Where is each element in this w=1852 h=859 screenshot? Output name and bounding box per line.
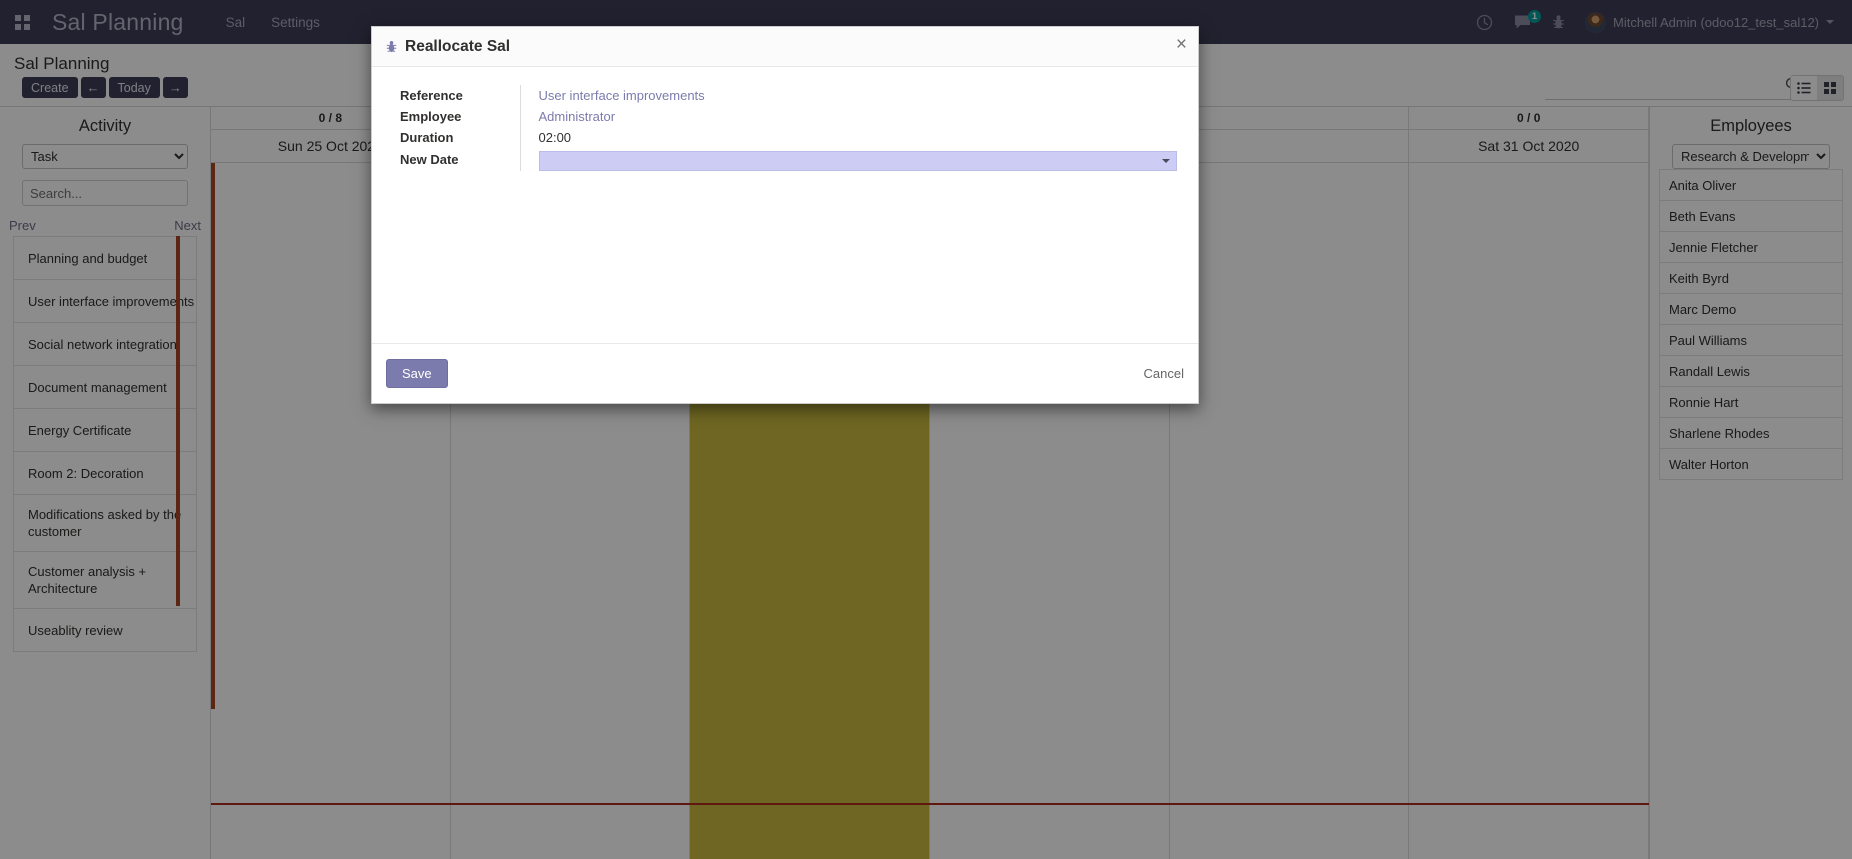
form-field-value[interactable]: User interface improvements [519, 85, 1180, 106]
form-field-label: Duration [400, 130, 454, 145]
form-field-label: Employee [400, 109, 462, 124]
dialog-footer: Save Cancel [372, 343, 1198, 403]
new-date-value-cell [519, 148, 1180, 171]
chevron-down-icon [1161, 159, 1170, 163]
record-link[interactable]: User interface improvements [539, 88, 705, 103]
new-date-select[interactable] [538, 151, 1177, 171]
form-row: Employee Administrator [386, 106, 1180, 127]
close-icon[interactable]: × [1176, 35, 1187, 54]
record-link[interactable]: Administrator [539, 109, 616, 124]
dialog-header: Reallocate Sal × [372, 27, 1198, 67]
cancel-button[interactable]: Cancel [1144, 366, 1184, 381]
form-row-new-date: New Date [386, 148, 1180, 171]
new-date-label: New Date [400, 152, 459, 167]
bug-icon [386, 40, 397, 54]
form-row: Reference User interface improvements [386, 85, 1180, 106]
app-root: Sal Planning Sal Settings 1 Mitchell Adm… [0, 0, 1852, 859]
reallocate-form: Reference User interface improvements Empl… [386, 85, 1180, 171]
reallocate-sal-dialog: Reallocate Sal × Reference User interface… [371, 26, 1199, 404]
dialog-body: Reference User interface improvements Empl… [372, 67, 1198, 343]
dialog-title-wrap: Reallocate Sal [386, 38, 510, 56]
dialog-title: Reallocate Sal [405, 37, 511, 55]
form-field-value: 02:00 [519, 127, 1180, 148]
form-row: Duration 02:00 [386, 127, 1180, 148]
form-field-value[interactable]: Administrator [519, 106, 1180, 127]
static-value: 02:00 [538, 130, 572, 145]
save-button[interactable]: Save [386, 359, 448, 388]
form-field-label: Reference [400, 88, 463, 103]
